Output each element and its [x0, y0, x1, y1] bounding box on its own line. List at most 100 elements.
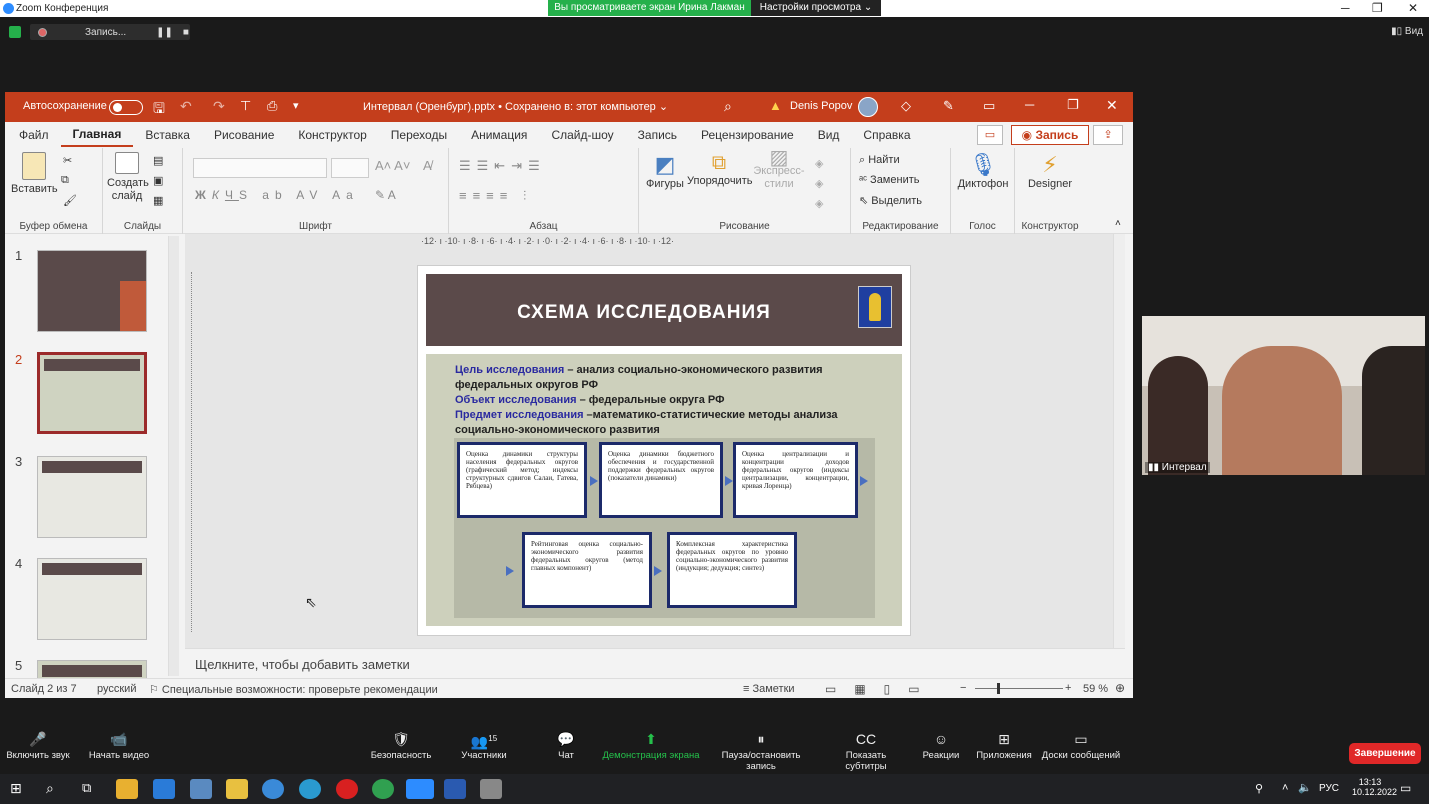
tab-home[interactable]: Главная	[60, 123, 134, 147]
participant-video[interactable]: ▮▮ Интервал	[1142, 316, 1425, 475]
word-icon[interactable]	[444, 779, 466, 799]
ppt-close-icon[interactable]: ✕	[1106, 97, 1118, 114]
tab-view[interactable]: Вид	[806, 122, 852, 148]
tab-record[interactable]: Запись	[626, 122, 689, 148]
accessibility-status[interactable]: ⚐ Специальные возможности: проверьте рек…	[149, 683, 438, 696]
ribbon-display-icon[interactable]: ▭	[983, 98, 995, 114]
tab-design[interactable]: Конструктор	[286, 122, 378, 148]
format-icon[interactable]: ⎙	[267, 98, 277, 114]
font-size-input[interactable]	[331, 158, 369, 178]
share-screen-button[interactable]: ⬆ Демонстрация экрана	[602, 724, 700, 774]
clear-format-icon[interactable]: A̸	[423, 158, 432, 173]
reset-icon[interactable]: ▣	[153, 174, 163, 187]
collapse-ribbon-icon[interactable]: ˄	[1115, 218, 1121, 229]
apps-button[interactable]: ⊞ Приложения	[974, 724, 1034, 774]
thumbnails-scrollbar[interactable]	[168, 236, 179, 676]
slide[interactable]: СХЕМА ИССЛЕДОВАНИЯ Цель исследования – а…	[417, 265, 911, 636]
zoom-taskbar-icon[interactable]	[406, 779, 434, 799]
maximize-icon[interactable]: ❐	[1372, 0, 1383, 17]
fit-slide-icon[interactable]: ⊕	[1115, 681, 1125, 695]
notes-pane[interactable]: Щелкните, чтобы добавить заметки	[185, 648, 1125, 678]
slide-thumbnail[interactable]	[37, 558, 147, 640]
chat-button[interactable]: 💬 Чат	[546, 724, 586, 774]
autosave-toggle[interactable]	[109, 100, 143, 115]
designer-button[interactable]: ⚡ Designer	[1021, 152, 1079, 190]
avatar[interactable]	[858, 97, 878, 117]
view-mode-icons[interactable]: ▭▦▯▭	[825, 682, 938, 696]
tab-draw[interactable]: Рисование	[202, 122, 286, 148]
notes-button[interactable]: ≡ Заметки	[743, 683, 795, 695]
stop-icon[interactable]: ■	[183, 27, 189, 38]
clock[interactable]: 13:13 10.12.2022	[1352, 777, 1397, 797]
copy-icon[interactable]: ⧉	[61, 174, 69, 187]
start-icon[interactable]: ⊞	[10, 780, 22, 797]
view-settings-button[interactable]: Настройки просмотра ⌄	[751, 0, 881, 16]
user-name[interactable]: Denis Popov	[790, 100, 852, 112]
zoom-percent[interactable]: 59 %	[1083, 683, 1108, 695]
end-meeting-button[interactable]: Завершение	[1349, 743, 1421, 764]
tab-insert[interactable]: Вставка	[133, 122, 202, 148]
language-label[interactable]: русский	[97, 683, 136, 695]
tab-review[interactable]: Рецензирование	[689, 122, 806, 148]
font-name-input[interactable]	[193, 158, 327, 178]
security-button[interactable]: 🛡 Безопасность	[368, 724, 434, 774]
slide-thumbnail[interactable]	[37, 250, 147, 332]
shapes-button[interactable]: ◩ Фигуры	[645, 152, 685, 190]
search-icon[interactable]: ⌕	[724, 98, 732, 115]
dictate-button[interactable]: 🎙 Диктофон	[955, 152, 1011, 190]
start-video-button[interactable]: 📹 Начать видео	[86, 724, 152, 774]
diamond-icon[interactable]: ◇	[901, 98, 911, 114]
edge-icon[interactable]	[299, 779, 321, 799]
language-indicator[interactable]: РУС	[1319, 783, 1339, 794]
list-icons[interactable]: ☰☰⇤⇥☰	[459, 158, 546, 174]
tab-help[interactable]: Справка	[851, 122, 922, 148]
people-icon[interactable]: ⚲	[1255, 782, 1263, 795]
mail-icon[interactable]	[153, 779, 175, 799]
tab-animation[interactable]: Анимация	[459, 122, 539, 148]
fill-outline-icons[interactable]: ◈ ◈ ◈	[815, 154, 823, 214]
pause-recording-button[interactable]: ⏸ Пауза/остановить запись	[706, 724, 816, 774]
app-icon[interactable]	[262, 779, 284, 799]
ppt-maximize-icon[interactable]: ❐	[1067, 97, 1079, 113]
slide-thumbnail[interactable]	[37, 352, 147, 434]
opera-icon[interactable]	[336, 779, 358, 799]
record-button[interactable]: ◉ Запись	[1011, 125, 1089, 145]
task-view-icon[interactable]: ⧉	[82, 780, 91, 796]
volume-icon[interactable]: 🔈	[1298, 781, 1312, 794]
captions-button[interactable]: CC Показать субтитры	[824, 724, 908, 774]
section-icon[interactable]: ▦	[153, 194, 163, 207]
ppt-minimize-icon[interactable]: ─	[1025, 97, 1034, 112]
undo-icon[interactable]: ↶	[180, 98, 192, 115]
chrome-icon[interactable]	[372, 779, 394, 799]
zoom-out-icon[interactable]: −	[960, 682, 966, 694]
highlight-icon[interactable]: ✎ A	[375, 188, 396, 202]
zoom-slider[interactable]	[975, 683, 1063, 694]
document-title[interactable]: Интервал (Оренбург).pptx • Сохранено в: …	[363, 100, 668, 113]
pause-icon[interactable]: ❚❚	[156, 27, 173, 38]
find-button[interactable]: ⌕ Найти	[859, 154, 900, 167]
paste-button[interactable]: Вставить	[11, 152, 58, 195]
format-painter-icon[interactable]: 🖌	[63, 194, 77, 207]
whiteboards-button[interactable]: ▭ Доски сообщений	[1040, 724, 1122, 774]
app-icon[interactable]	[190, 779, 212, 799]
participants-button[interactable]: 👥15 Участники	[456, 724, 512, 774]
cut-icon[interactable]: ✂	[63, 154, 72, 167]
new-slide-button[interactable]: Создать слайд	[107, 152, 149, 203]
pen-icon[interactable]: ✎	[943, 98, 954, 114]
grow-font-icon[interactable]: A˄ A˅	[375, 158, 410, 173]
layout-icon[interactable]: ▤	[153, 154, 163, 167]
slide-thumbnail[interactable]	[37, 456, 147, 538]
redo-icon[interactable]: ↷	[213, 98, 225, 115]
select-button[interactable]: ⇖ Выделить	[859, 194, 922, 207]
arrange-button[interactable]: ⧉ Упорядочить	[687, 152, 752, 187]
notifications-icon[interactable]: ▭	[1400, 781, 1411, 795]
slideshow-icon[interactable]: ⊤	[240, 98, 251, 114]
tab-transitions[interactable]: Переходы	[379, 122, 459, 148]
app-icon[interactable]	[480, 779, 502, 799]
close-icon[interactable]: ✕	[1408, 0, 1418, 17]
format-buttons[interactable]: ЖКЧS ab AV Aa	[195, 188, 359, 202]
replace-button[interactable]: ᵃᶜ Заменить	[859, 174, 919, 186]
comments-icon[interactable]: ▭	[977, 125, 1003, 145]
unmute-button[interactable]: 🎤 Включить звук	[4, 724, 72, 774]
store-icon[interactable]	[116, 779, 138, 799]
